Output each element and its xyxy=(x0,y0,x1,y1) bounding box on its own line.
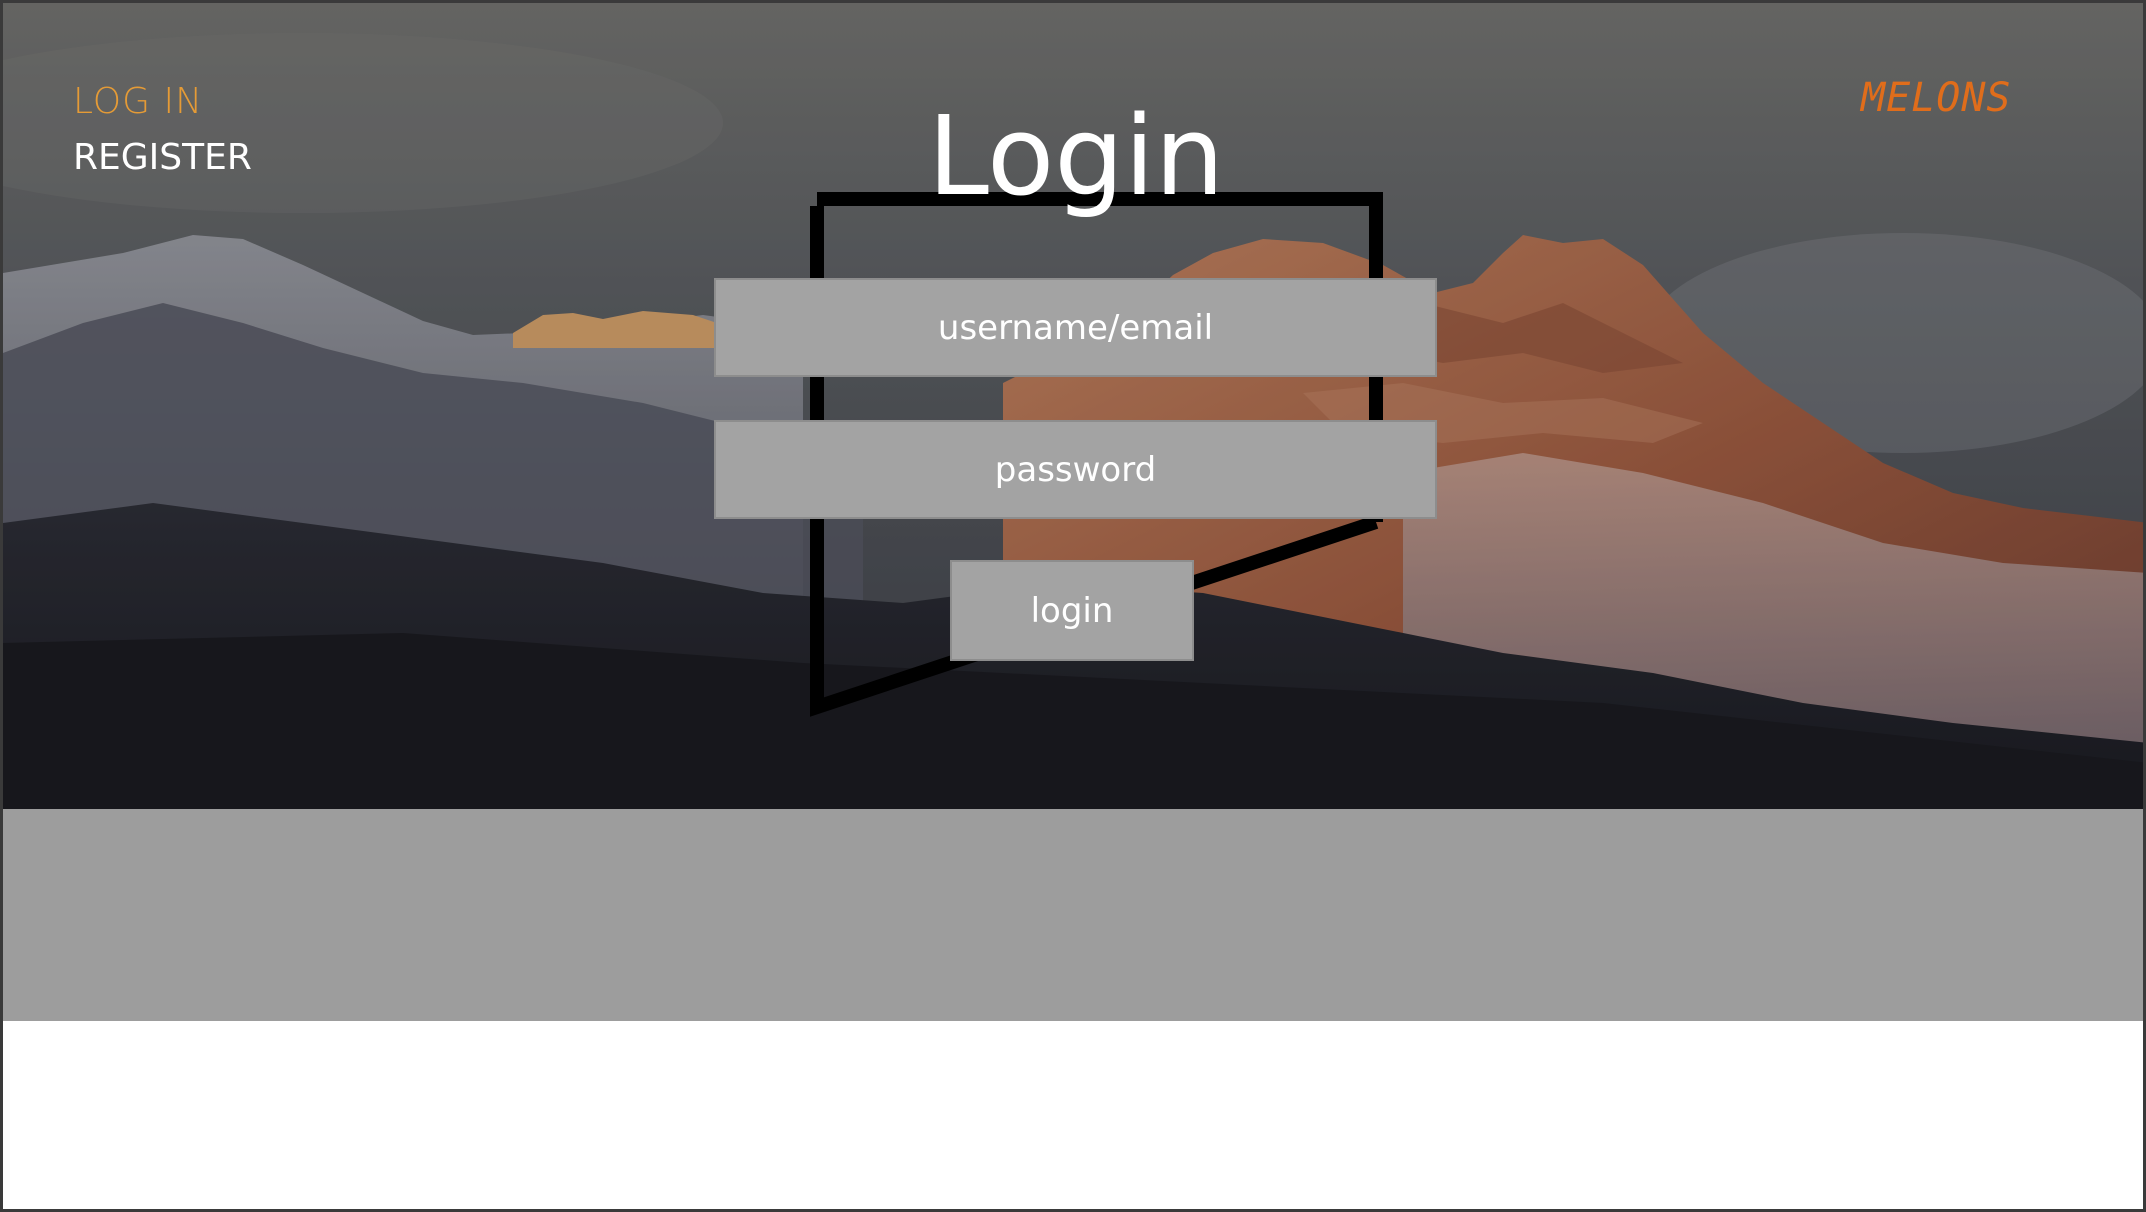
username-email-input[interactable] xyxy=(714,278,1437,377)
white-footer-area xyxy=(3,1021,2143,1209)
page-frame: LOG IN REGISTER MELONS Login login xyxy=(0,0,2146,1212)
hero-section: LOG IN REGISTER MELONS Login login xyxy=(3,3,2143,809)
password-input[interactable] xyxy=(714,420,1437,519)
login-button[interactable]: login xyxy=(950,560,1194,661)
page-title: Login xyxy=(927,92,1225,220)
gray-footer-band xyxy=(3,809,2143,1021)
